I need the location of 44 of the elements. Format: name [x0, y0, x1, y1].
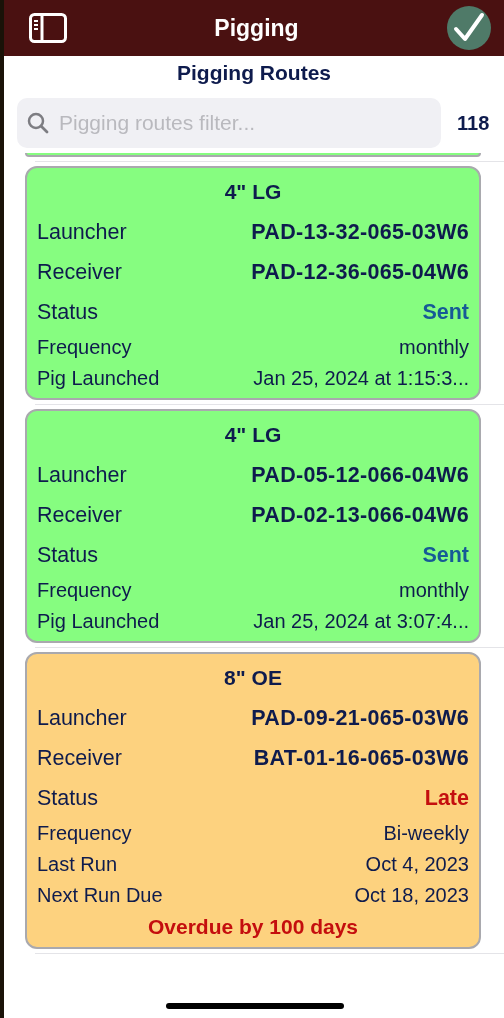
field-label: Status: [37, 299, 98, 325]
field-label: Pig Launched: [37, 610, 160, 633]
field-value: monthly: [398, 336, 469, 359]
field-label: Frequency: [37, 579, 132, 602]
page-title: Pigging Routes: [176, 60, 332, 86]
field-label: Next Run Due: [37, 884, 163, 907]
route-card[interactable]: 8" OE Launcher PAD-09-21-065-03W6 Receiver BAT-01-16-065-03W6 Status Late Frequency Bi-weekly Last Run Oct 4, 2023 Next Run Due Oct 18, 2023 Overdue by 100 days: [25, 652, 481, 949]
field-label: Launcher: [37, 219, 127, 245]
screen-title: Pigging: [214, 14, 299, 42]
field-value: PAD-12-36-065-04W6: [251, 259, 469, 285]
field-value: Oct 4, 2023: [365, 853, 469, 876]
sidebar-toggle-button[interactable]: [29, 13, 67, 43]
status-value: Sent: [422, 542, 469, 568]
result-count: 118: [457, 111, 490, 135]
field-label: Frequency: [37, 336, 132, 359]
checkmark-button[interactable]: [446, 5, 492, 51]
field-label: Launcher: [37, 705, 127, 731]
field-value: Jan 25, 2024 at 1:15:3...: [253, 367, 469, 390]
route-card[interactable]: 4" LG Launcher PAD-13-32-065-03W6 Receiver PAD-12-36-065-04W6 Status Sent Frequency monthly Pig Launched Jan 25, 2024 at 1:15:3...: [25, 166, 481, 400]
field-value: Jan 25, 2024 at 3:07:4...: [253, 610, 469, 633]
field-label: Last Run: [37, 853, 118, 876]
field-value: Bi-weekly: [383, 822, 469, 845]
field-value: BAT-01-16-065-03W6: [253, 745, 469, 771]
field-label: Status: [37, 542, 98, 568]
field-label: Receiver: [37, 502, 122, 528]
pipeline-size: 8" OE: [223, 665, 283, 691]
field-label: Status: [37, 785, 98, 811]
field-value: monthly: [398, 579, 469, 602]
field-value: PAD-09-21-065-03W6: [251, 705, 469, 731]
field-label: Launcher: [37, 462, 127, 488]
route-card[interactable]: 4" LG Launcher PAD-05-12-066-04W6 Receiver PAD-02-13-066-04W6 Status Sent Frequency monthly Pig Launched Jan 25, 2024 at 3:07:4...: [25, 409, 481, 643]
field-value: PAD-13-32-065-03W6: [251, 219, 469, 245]
status-value: Late: [424, 785, 469, 811]
pipeline-size: 4" LG: [223, 179, 283, 205]
field-value: PAD-05-12-066-04W6: [251, 462, 469, 488]
field-label: Receiver: [37, 259, 122, 285]
overdue-notice: Overdue by 100 days: [146, 914, 360, 940]
status-value: Sent: [422, 299, 469, 325]
field-label: Receiver: [37, 745, 122, 771]
field-label: Frequency: [37, 822, 132, 845]
pipeline-size: 4" LG: [223, 422, 283, 448]
field-value: Oct 18, 2023: [354, 884, 469, 907]
field-label: Pig Launched: [37, 367, 160, 390]
field-value: PAD-02-13-066-04W6: [251, 502, 469, 528]
